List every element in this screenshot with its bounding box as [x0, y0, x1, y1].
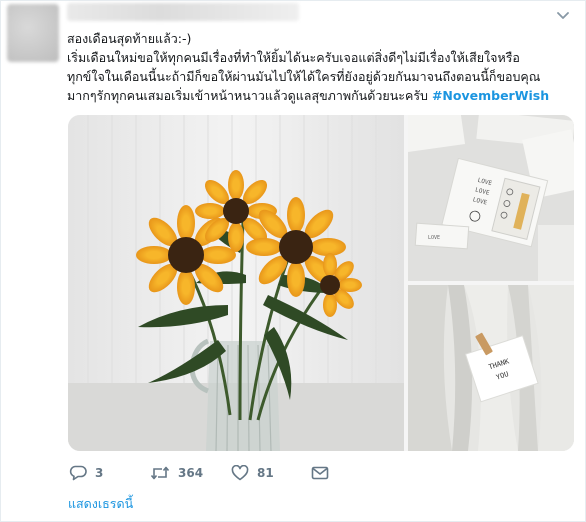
photo-white-cards[interactable]: LOVE LOVE LOVE LOVE: [408, 115, 574, 281]
author-name-blurred[interactable]: [67, 3, 299, 21]
chevron-down-icon: [557, 12, 569, 19]
envelope-icon: [311, 466, 329, 480]
white-cards-illustration: LOVE LOVE LOVE LOVE: [408, 115, 574, 281]
avatar[interactable]: [7, 4, 59, 62]
show-thread-link[interactable]: แสดงเธรดนี้: [68, 494, 133, 514]
more-options-button[interactable]: [551, 7, 575, 25]
small-card-text: LOVE: [428, 235, 440, 241]
hashtag-link[interactable]: #NovemberWish: [432, 88, 549, 103]
sunflowers-illustration: [68, 115, 404, 451]
tweet-line: เริ่มเดือนใหม่ขอให้ทุกคนมีเรื่องที่ทำให้…: [67, 50, 520, 65]
photo-note-on-curtain[interactable]: THANK YOU: [408, 285, 574, 451]
heart-icon: [231, 465, 249, 481]
tweet-line: มากๆรักทุกคนเสมอเริ่มเข้าหน้าหนาวแล้วดูแ…: [67, 86, 572, 105]
direct-message-button[interactable]: [311, 461, 329, 485]
retweet-icon: [150, 466, 170, 480]
retweet-count: 364: [178, 466, 204, 480]
media-grid: LOVE LOVE LOVE LOVE THANK YOU: [68, 115, 574, 451]
tweet-line-text: มากๆรักทุกคนเสมอเริ่มเข้าหน้าหนาวแล้วดูแ…: [67, 88, 428, 103]
reply-count: 3: [95, 466, 104, 480]
curtain-illustration: THANK YOU: [408, 285, 574, 451]
retweet-button[interactable]: 364: [150, 461, 203, 485]
tweet-card[interactable]: สองเดือนสุดท้ายแล้ว:-) เริ่มเดือนใหม่ขอใ…: [0, 0, 586, 522]
like-count: 81: [257, 466, 274, 480]
tweet-line: ทุกข์ใจในเดือนนี้นะถ้ามีก็ขอให้ผ่านมันไป…: [67, 69, 541, 84]
tweet-text: สองเดือนสุดท้ายแล้ว:-) เริ่มเดือนใหม่ขอใ…: [67, 29, 572, 105]
photo-sunflowers[interactable]: [68, 115, 404, 451]
like-button[interactable]: 81: [231, 461, 274, 485]
action-bar: 3 364 81: [69, 461, 369, 485]
reply-button[interactable]: 3: [69, 461, 103, 485]
tweet-line: สองเดือนสุดท้ายแล้ว:-): [67, 31, 192, 46]
reply-icon: [69, 465, 87, 481]
